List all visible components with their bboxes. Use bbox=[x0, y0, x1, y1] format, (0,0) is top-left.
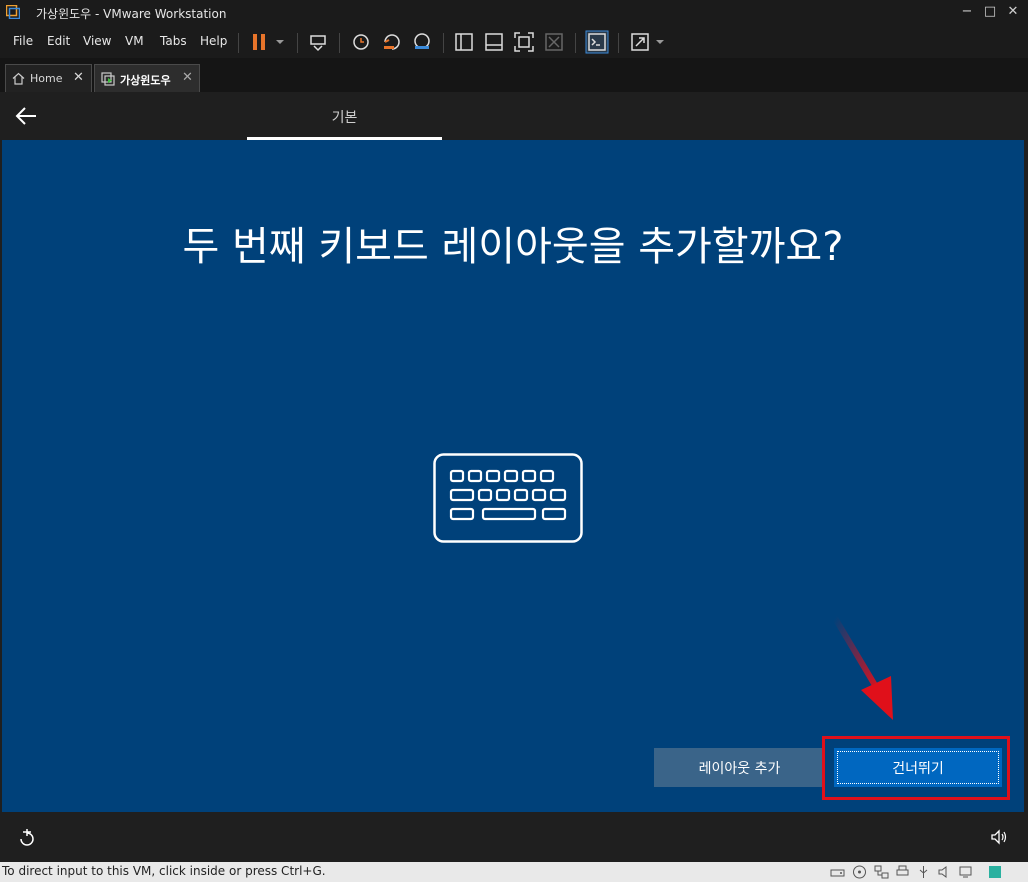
usb-icon[interactable] bbox=[916, 865, 931, 879]
vmware-logo-icon bbox=[6, 5, 20, 19]
display-icon[interactable] bbox=[958, 865, 973, 879]
status-text: To direct input to this VM, click inside… bbox=[2, 864, 326, 878]
toolbar-separator bbox=[443, 33, 444, 53]
close-icon[interactable]: ✕ bbox=[73, 70, 84, 85]
close-icon[interactable]: ✕ bbox=[182, 70, 193, 85]
home-icon bbox=[12, 72, 25, 85]
snapshot-manager-icon[interactable] bbox=[410, 30, 434, 54]
console-view-icon[interactable] bbox=[585, 30, 609, 54]
snapshot-icon[interactable] bbox=[349, 30, 373, 54]
message-log-icon[interactable] bbox=[988, 865, 1003, 879]
sound-card-icon[interactable] bbox=[937, 865, 952, 879]
show-thumbnail-bar-icon[interactable] bbox=[482, 30, 506, 54]
status-bar: To direct input to this VM, click inside… bbox=[0, 862, 1028, 882]
full-screen-icon[interactable] bbox=[512, 30, 536, 54]
tab-home[interactable]: Home ✕ bbox=[5, 64, 92, 92]
skip-button[interactable]: 건너뛰기 bbox=[834, 748, 1002, 787]
oobe-footer bbox=[2, 812, 1024, 862]
vm-display[interactable]: 두 번째 키보드 레이아웃을 추가할까요? 레이아웃 추가 건너뛰기 bbox=[2, 140, 1024, 812]
back-arrow-icon[interactable] bbox=[15, 106, 37, 126]
revert-snapshot-icon[interactable] bbox=[380, 30, 404, 54]
chevron-down-icon[interactable] bbox=[650, 30, 674, 54]
printer-icon[interactable] bbox=[895, 865, 910, 879]
tab-label: 가상윈도우 bbox=[120, 74, 171, 87]
network-icon[interactable] bbox=[874, 865, 889, 879]
close-window-button[interactable]: ✕ bbox=[1003, 3, 1023, 21]
keyboard-icon bbox=[433, 453, 583, 543]
pause-icon[interactable] bbox=[248, 30, 272, 54]
page-title: 두 번째 키보드 레이아웃을 추가할까요? bbox=[182, 224, 844, 270]
tab-bar: Home ✕ 가상윈도우 ✕ bbox=[0, 58, 1028, 92]
show-library-icon[interactable] bbox=[452, 30, 476, 54]
unity-icon[interactable] bbox=[542, 30, 566, 54]
maximize-button[interactable]: □ bbox=[980, 3, 1000, 21]
menu-view[interactable]: View bbox=[83, 34, 111, 48]
toolbar-separator bbox=[575, 33, 576, 53]
toolbar-separator bbox=[238, 33, 239, 53]
send-ctrl-alt-del-icon[interactable] bbox=[306, 30, 330, 54]
title-bar: 가상윈도우 - VMware Workstation − □ ✕ bbox=[0, 0, 1028, 26]
menu-toolbar: File Edit View VM Tabs Help bbox=[0, 26, 1028, 58]
vm-icon bbox=[101, 72, 115, 86]
window-title: 가상윈도우 - VMware Workstation bbox=[36, 7, 227, 21]
menu-vm[interactable]: VM bbox=[125, 34, 144, 48]
stretch-guest-icon[interactable] bbox=[628, 30, 652, 54]
menu-help[interactable]: Help bbox=[200, 34, 227, 48]
menu-tabs[interactable]: Tabs bbox=[160, 34, 187, 48]
toolbar-separator bbox=[339, 33, 340, 53]
menu-edit[interactable]: Edit bbox=[47, 34, 70, 48]
annotation-arrow-icon bbox=[832, 615, 893, 720]
accessibility-icon[interactable] bbox=[17, 828, 37, 848]
volume-icon[interactable] bbox=[990, 829, 1008, 845]
toolbar-separator bbox=[297, 33, 298, 53]
minimize-button[interactable]: − bbox=[957, 3, 977, 21]
hard-disk-icon[interactable] bbox=[830, 865, 845, 879]
oobe-header: 기본 bbox=[2, 92, 1024, 140]
cd-dvd-icon[interactable] bbox=[852, 865, 867, 879]
section-tab-basic: 기본 bbox=[331, 110, 358, 126]
tab-label: Home bbox=[30, 72, 63, 85]
toolbar-separator bbox=[618, 33, 619, 53]
add-layout-button[interactable]: 레이아웃 추가 bbox=[654, 748, 825, 787]
menu-file[interactable]: File bbox=[13, 34, 33, 48]
chevron-down-icon[interactable] bbox=[270, 30, 294, 54]
tab-vm[interactable]: 가상윈도우 ✕ bbox=[94, 64, 200, 92]
